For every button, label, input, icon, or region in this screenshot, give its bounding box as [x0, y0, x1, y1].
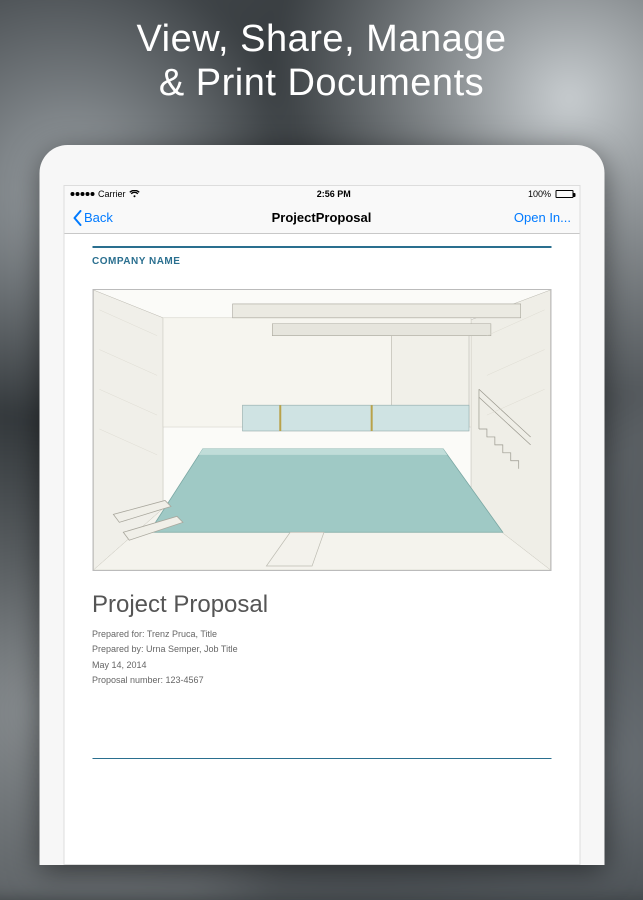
signal-strength-icon [70, 192, 94, 196]
document-meta: Prepared for: Trenz Pruca, Title Prepare… [92, 627, 551, 688]
header-rule [92, 246, 551, 248]
company-name-label: COMPANY NAME [92, 256, 551, 267]
battery-percent-label: 100% [528, 189, 551, 199]
chevron-left-icon [72, 210, 82, 226]
tablet-screen: Carrier 2:56 PM 100% Back ProjectProposa… [63, 185, 580, 865]
promo-line-2: & Print Documents [0, 62, 643, 106]
carrier-label: Carrier [98, 189, 126, 199]
prepared-for-line: Prepared for: Trenz Pruca, Title [92, 627, 551, 642]
tablet-device-frame: Carrier 2:56 PM 100% Back ProjectProposa… [39, 145, 604, 865]
document-title: Project Proposal [92, 591, 551, 619]
clock-label: 2:56 PM [317, 189, 351, 199]
battery-icon [555, 190, 573, 198]
promo-headline: View, Share, Manage & Print Documents [0, 18, 643, 105]
nav-title: ProjectProposal [64, 210, 579, 225]
back-label: Back [84, 210, 113, 225]
back-button[interactable]: Back [72, 210, 113, 226]
document-date-line: May 14, 2014 [92, 658, 551, 673]
document-illustration [92, 289, 551, 571]
footer-rule [92, 758, 551, 759]
nav-bar: Back ProjectProposal Open In... [64, 202, 579, 234]
document-page: COMPANY NAME [64, 234, 579, 864]
prepared-by-line: Prepared by: Urna Semper, Job Title [92, 642, 551, 657]
status-bar: Carrier 2:56 PM 100% [64, 186, 579, 202]
promo-line-1: View, Share, Manage [0, 18, 643, 62]
open-in-button[interactable]: Open In... [514, 210, 571, 225]
wifi-icon [130, 190, 140, 198]
proposal-number-line: Proposal number: 123-4567 [92, 673, 551, 688]
